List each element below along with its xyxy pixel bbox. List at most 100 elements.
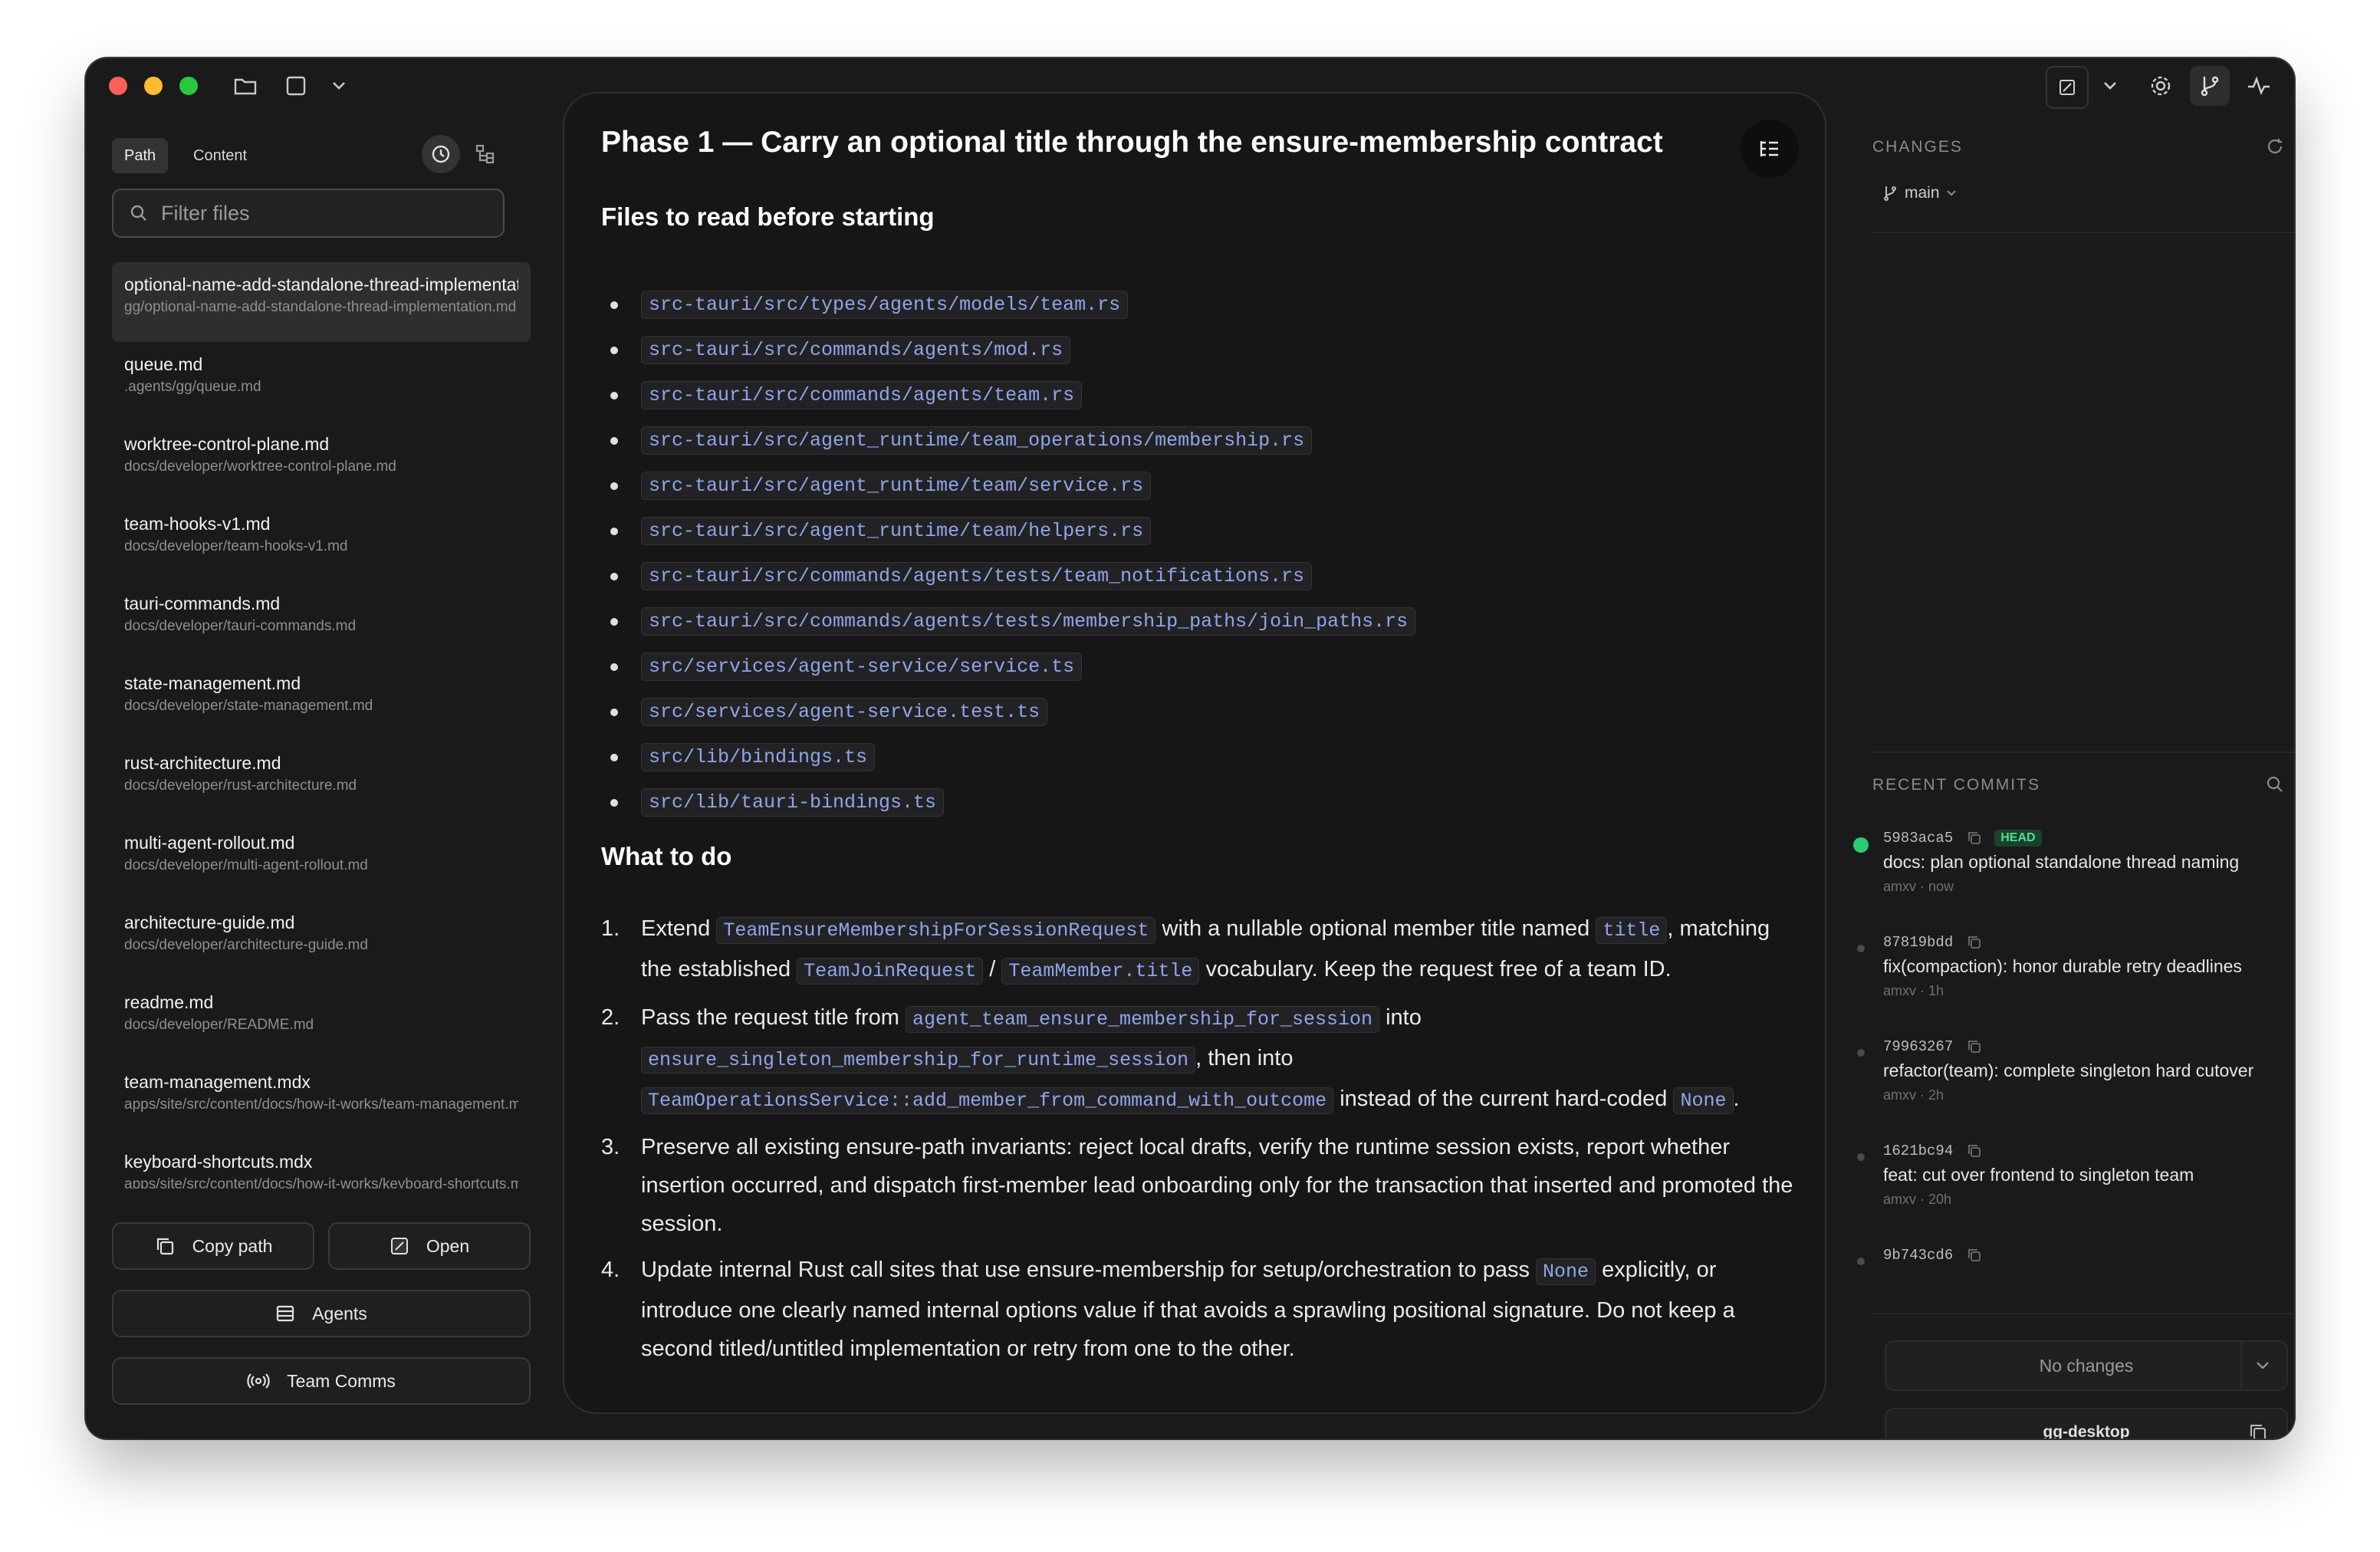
inline-code: title (1596, 917, 1668, 944)
page-title: Phase 1 — Carry an optional title throug… (601, 126, 1663, 159)
commit-item[interactable]: 5983aca5 HEAD docs: plan optional standalo… (1853, 830, 2282, 895)
copy-path-label: Copy path (192, 1235, 273, 1256)
team-comms-button[interactable]: Team Comms (112, 1357, 531, 1405)
file-list-item[interactable]: tauri-commands.md docs/developer/tauri-co… (112, 581, 531, 661)
branch-name: main (1905, 184, 1940, 202)
file-list-item[interactable]: readme.md docs/developer/README.md (112, 980, 531, 1060)
bullet (610, 527, 618, 535)
file-path-code[interactable]: src/services/agent-service.test.ts (641, 698, 1048, 726)
file-path-code[interactable]: src-tauri/src/commands/agents/tests/memb… (641, 607, 1416, 636)
refresh-icon[interactable] (2263, 135, 2286, 158)
file-list-item[interactable]: team-management.mdx apps/site/src/content… (112, 1060, 531, 1139)
search-icon[interactable] (2263, 773, 2286, 796)
team-comms-label: Team Comms (287, 1370, 396, 1391)
file-path: apps/site/src/content/docs/how-it-works/… (124, 1097, 518, 1113)
step-text-run: Extend (641, 916, 717, 941)
file-list-item[interactable]: keyboard-shortcuts.mdx apps/site/src/cont… (112, 1139, 531, 1189)
step-text-run: instead of the current hard-coded (1333, 1087, 1674, 1111)
files-list: src-tauri/src/types/agents/models/team.r… (601, 282, 1416, 825)
step-number: 4. (601, 1258, 620, 1282)
open-button[interactable]: Open (328, 1222, 531, 1270)
no-changes-label: No changes (2039, 1355, 2134, 1376)
workspace-button[interactable]: gg-desktop (1885, 1408, 2288, 1439)
head-badge: HEAD (1994, 830, 2042, 847)
copy-icon[interactable] (1967, 1143, 1982, 1159)
file-path-code[interactable]: src-tauri/src/commands/agents/team.rs (641, 381, 1083, 409)
bullet (610, 346, 618, 354)
commit-item[interactable]: 9b743cd6 (1857, 1247, 2282, 1271)
outline-toggle-button[interactable] (1741, 120, 1799, 178)
file-path-code[interactable]: src-tauri/src/types/agents/models/team.r… (641, 291, 1129, 319)
copy-icon[interactable] (1967, 830, 1982, 846)
file-path: apps/site/src/content/docs/how-it-works/… (124, 1176, 518, 1189)
file-path-code[interactable]: src-tauri/src/agent_runtime/team/helpers… (641, 517, 1152, 545)
commit-item[interactable]: 87819bdd fix(compaction): honor durable r… (1857, 934, 2282, 999)
copy-icon (154, 1235, 176, 1257)
step-text: Pass the request title from agent_team_e… (641, 998, 1797, 1120)
file-path: .agents/gg/queue.md (124, 379, 261, 395)
copy-icon[interactable] (1967, 935, 1982, 950)
file-list-item[interactable]: architecture-guide.md docs/developer/arch… (112, 900, 531, 980)
tab-path[interactable]: Path (112, 138, 169, 173)
filter-files-input[interactable] (159, 200, 485, 226)
step-item: 3. Preserve all existing ensure-path inva… (601, 1128, 1797, 1243)
inline-code: agent_team_ensure_membership_for_session (905, 1006, 1380, 1033)
git-branch-icon (1882, 185, 1898, 202)
list-item: src/lib/bindings.ts (601, 735, 1415, 780)
list-item: src/services/agent-service/service.ts (601, 644, 1415, 689)
file-path: docs/developer/rust-architecture.md (124, 778, 357, 794)
file-list-item[interactable]: optional-name-add-standalone-thread-impl… (112, 262, 531, 342)
copy-icon[interactable] (2248, 1422, 2268, 1439)
broadcast-icon (247, 1372, 270, 1390)
list-item: src-tauri/src/commands/agents/tests/memb… (601, 599, 1416, 644)
commit-meta: amxv · 20h (1883, 1192, 1952, 1207)
outline-icon (1760, 141, 1778, 156)
agents-button[interactable]: Agents (112, 1290, 531, 1337)
commit-hash-row: 87819bdd (1883, 934, 2282, 951)
commit-time: 1h (1928, 983, 1944, 998)
agents-label: Agents (312, 1303, 367, 1323)
step-text-run: Preserve all existing ensure-path invari… (641, 1135, 1793, 1236)
tab-content[interactable]: Content (181, 138, 259, 173)
branch-selector[interactable]: main (1882, 184, 1957, 202)
history-icon[interactable] (422, 135, 460, 173)
commit-item[interactable]: 79963267 refactor(team): complete singlet… (1857, 1038, 2282, 1103)
inline-code: ensure_singleton_membership_for_runtime_… (641, 1047, 1196, 1074)
file-path-code[interactable]: src-tauri/src/commands/agents/mod.rs (641, 336, 1071, 364)
commit-dot (1857, 1049, 1865, 1057)
file-path-code[interactable]: src/lib/tauri-bindings.ts (641, 788, 945, 817)
file-path: docs/developer/tauri-commands.md (124, 618, 357, 634)
commit-time: 20h (1928, 1192, 1952, 1207)
file-list-item[interactable]: rust-architecture.md docs/developer/rust-… (112, 741, 531, 820)
tree-view-icon[interactable] (466, 135, 505, 173)
file-path-code[interactable]: src/services/agent-service/service.ts (641, 653, 1083, 681)
commit-item[interactable]: 1621bc94 feat: cut over frontend to singl… (1857, 1143, 2282, 1208)
steps-list: 1. Extend TeamEnsureMembershipForSessionR… (601, 909, 1797, 1376)
file-path-code[interactable]: src-tauri/src/agent_runtime/team_operati… (641, 426, 1313, 455)
app-window: Path Content optional-name-add-standalon… (86, 58, 2294, 1439)
no-changes-button[interactable]: No changes (1885, 1340, 2288, 1391)
file-list-item[interactable]: worktree-control-plane.md docs/developer/… (112, 422, 531, 501)
file-list: optional-name-add-standalone-thread-impl… (112, 262, 531, 1189)
inline-code: TeamOperationsService::add_member_from_c… (641, 1087, 1334, 1114)
copy-icon[interactable] (1967, 1039, 1982, 1054)
file-list-item[interactable]: state-management.md docs/developer/state-… (112, 661, 531, 741)
commit-dot (1857, 945, 1865, 952)
list-item: src-tauri/src/commands/agents/tests/team… (601, 554, 1415, 599)
copy-icon[interactable] (1967, 1248, 1982, 1263)
list-icon (275, 1304, 295, 1323)
file-list-item[interactable]: multi-agent-rollout.md docs/developer/mul… (112, 820, 531, 900)
file-list-item[interactable]: queue.md .agents/gg/queue.md (112, 342, 531, 422)
file-path-code[interactable]: src-tauri/src/commands/agents/tests/team… (641, 562, 1313, 590)
step-text: Update internal Rust call sites that use… (641, 1251, 1797, 1368)
commit-time: now (1928, 879, 1954, 894)
step-text: Preserve all existing ensure-path invari… (641, 1128, 1797, 1243)
inline-code: TeamEnsureMembershipForSessionRequest (716, 917, 1156, 944)
file-path-code[interactable]: src-tauri/src/agent_runtime/team/service… (641, 472, 1152, 500)
chevron-down-icon[interactable] (2240, 1340, 2270, 1391)
copy-path-button[interactable]: Copy path (112, 1222, 314, 1270)
bullet (610, 753, 618, 761)
file-list-item[interactable]: team-hooks-v1.md docs/developer/team-hook… (112, 501, 531, 581)
filter-files-field[interactable] (112, 189, 505, 238)
file-path-code[interactable]: src/lib/bindings.ts (641, 743, 876, 771)
